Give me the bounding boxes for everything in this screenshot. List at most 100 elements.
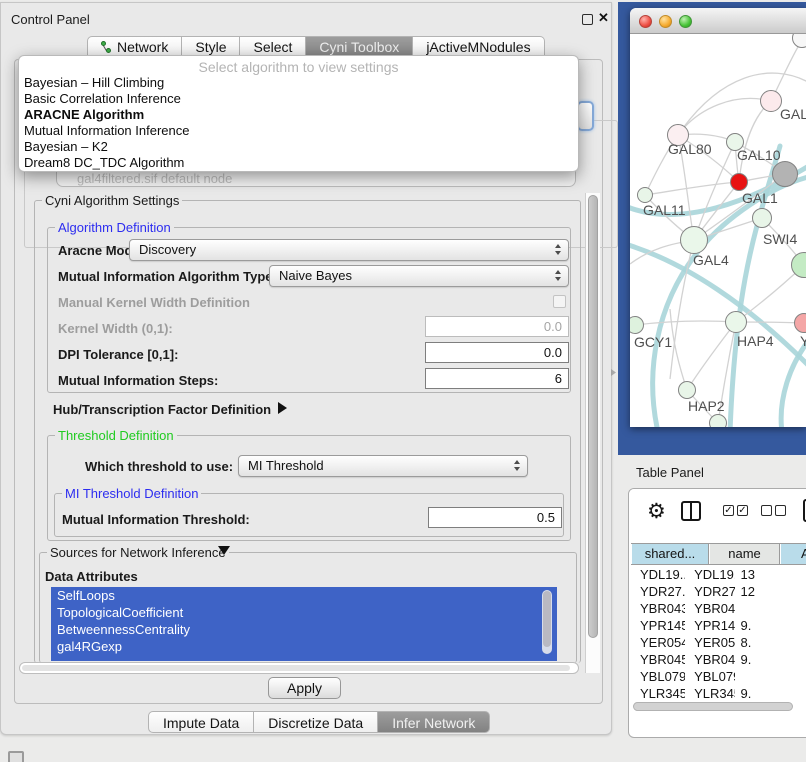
kernel-width-field[interactable]: 0.0 bbox=[425, 316, 569, 337]
algorithm-option[interactable]: Dream8 DC_TDC Algorithm bbox=[19, 155, 578, 171]
table-row[interactable]: YBR043CYBR043C bbox=[631, 600, 806, 617]
hub-definition-label[interactable]: Hub/Transcription Factor Definition bbox=[53, 402, 271, 417]
bottom-tabbar: Impute DataDiscretize DataInfer Network bbox=[148, 711, 490, 733]
network-node[interactable] bbox=[678, 381, 696, 399]
dpi-tolerance-label: DPI Tolerance [0,1]: bbox=[58, 347, 178, 362]
column-header-name[interactable]: name bbox=[709, 544, 780, 564]
network-node-label: HAP2 bbox=[688, 398, 725, 414]
expand-right-icon[interactable] bbox=[278, 402, 287, 414]
network-node-label: GAL10 bbox=[737, 147, 781, 163]
aracne-mode-combo[interactable]: Discovery bbox=[129, 239, 569, 261]
mi-threshold-label: Mutual Information Threshold: bbox=[62, 512, 250, 527]
mi-algorithm-type-combo[interactable]: Naive Bayes bbox=[269, 265, 569, 287]
mi-steps-field[interactable]: 6 bbox=[425, 368, 569, 389]
table-cell: YBR043C bbox=[631, 600, 685, 617]
network-node-label: GAL4 bbox=[693, 252, 729, 268]
float-window-icon[interactable] bbox=[582, 14, 593, 25]
split-columns-icon[interactable] bbox=[681, 501, 701, 521]
attribute-list-item[interactable]: BetweennessCentrality bbox=[51, 621, 557, 638]
dpi-tolerance-field[interactable]: 0.0 bbox=[425, 342, 569, 363]
table-row[interactable]: YPR145WYPR145W9. bbox=[631, 617, 806, 634]
table-panel-title: Table Panel bbox=[636, 465, 704, 480]
table-cell: YDL19... bbox=[631, 566, 685, 583]
which-threshold-combo[interactable]: MI Threshold bbox=[238, 455, 528, 477]
settings-vertical-scrollbar[interactable] bbox=[585, 193, 600, 673]
network-icon bbox=[101, 41, 112, 54]
table-cell: 9. bbox=[735, 651, 806, 668]
apply-button[interactable]: Apply bbox=[268, 677, 341, 699]
unchecked-checkbox-icon[interactable] bbox=[761, 505, 772, 516]
algorithm-option[interactable]: Mutual Information Inference bbox=[19, 123, 578, 139]
table-cell: YBR045C bbox=[631, 651, 685, 668]
zoom-traffic-light[interactable] bbox=[679, 15, 692, 28]
network-node-label: GAL1 bbox=[742, 190, 778, 206]
mi-threshold-title: MI Threshold Definition bbox=[62, 486, 201, 501]
mi-threshold-field[interactable]: 0.5 bbox=[428, 507, 562, 528]
network-node[interactable] bbox=[752, 208, 772, 228]
close-traffic-light[interactable] bbox=[639, 15, 652, 28]
attribute-list-item[interactable]: TopologicalCoefficient bbox=[51, 604, 557, 621]
close-icon[interactable]: ✕ bbox=[598, 10, 609, 26]
tab-infer-network[interactable]: Infer Network bbox=[378, 711, 490, 733]
data-attributes-label: Data Attributes bbox=[45, 569, 138, 584]
manual-kernel-width-checkbox[interactable] bbox=[553, 295, 566, 308]
network-node[interactable] bbox=[730, 173, 748, 191]
table-horizontal-scrollbar[interactable] bbox=[631, 701, 806, 713]
table-row[interactable]: YDR27...YDR27...12 bbox=[631, 583, 806, 600]
mi-algorithm-type-value: Naive Bayes bbox=[279, 268, 352, 283]
network-window-titlebar[interactable] bbox=[630, 8, 806, 34]
unchecked-checkbox-icon[interactable] bbox=[775, 505, 786, 516]
network-node[interactable] bbox=[680, 226, 708, 254]
tab-discretize-data[interactable]: Discretize Data bbox=[254, 711, 378, 733]
threshold-definition-title: Threshold Definition bbox=[55, 428, 177, 443]
table-cell: YDL19... bbox=[685, 566, 734, 583]
network-node[interactable] bbox=[772, 161, 798, 187]
manual-kernel-width-label: Manual Kernel Width Definition bbox=[58, 295, 250, 310]
table-cell: YLR345W bbox=[685, 685, 734, 698]
table-row[interactable]: YER054CYER054C8. bbox=[631, 634, 806, 651]
attribute-list-item[interactable]: gal4RGexp bbox=[51, 638, 557, 655]
table-cell: 13 bbox=[735, 566, 806, 583]
table-cell: YDR27... bbox=[631, 583, 685, 600]
table-row[interactable]: YBL079WYBL079W bbox=[631, 668, 806, 685]
panel-divider-handle[interactable] bbox=[611, 369, 616, 376]
aracne-mode-value: Discovery bbox=[139, 242, 196, 257]
algorithm-option[interactable]: Bayesian – Hill Climbing bbox=[19, 75, 578, 91]
table-cell: 12 bbox=[735, 583, 806, 600]
table-cell: YBL079W bbox=[631, 668, 685, 685]
table-panel-region: Table Panel ⚙ ✓ ✓ shared...nameA YDL19..… bbox=[618, 455, 806, 762]
focused-combo-fragment[interactable] bbox=[577, 101, 594, 131]
minimize-traffic-light[interactable] bbox=[659, 15, 672, 28]
network-node[interactable] bbox=[760, 90, 782, 112]
algorithm-option[interactable]: Bayesian – K2 bbox=[19, 139, 578, 155]
attribute-list-item[interactable]: SelfLoops bbox=[51, 587, 557, 604]
table-cell: YPR145W bbox=[685, 617, 734, 634]
which-threshold-value: MI Threshold bbox=[248, 458, 324, 473]
attributes-list-scrollbar[interactable] bbox=[542, 590, 552, 654]
collapse-down-icon[interactable] bbox=[218, 546, 230, 555]
network-node[interactable] bbox=[709, 414, 727, 427]
algorithm-definition-title: Algorithm Definition bbox=[55, 220, 174, 235]
minimized-panel-icon[interactable] bbox=[8, 751, 24, 762]
algorithm-option[interactable]: Basic Correlation Inference bbox=[19, 91, 578, 107]
algorithm-option[interactable]: ARACNE Algorithm bbox=[19, 107, 578, 123]
checked-checkbox-icon[interactable]: ✓ bbox=[723, 505, 734, 516]
column-header-shared...[interactable]: shared... bbox=[631, 544, 709, 564]
table-row[interactable]: YDL19...YDL19...13 bbox=[631, 566, 806, 583]
network-node[interactable] bbox=[637, 187, 653, 203]
data-attributes-list[interactable]: SelfLoopsTopologicalCoefficientBetweenne… bbox=[51, 587, 557, 661]
checked-checkbox-icon[interactable]: ✓ bbox=[737, 505, 748, 516]
table-row[interactable]: YBR045CYBR045C9. bbox=[631, 651, 806, 668]
tab-impute-data[interactable]: Impute Data bbox=[148, 711, 254, 733]
network-canvas[interactable]: GALGAL80GAL10GAL1GAL11SWI4GAL4GCY1HAP4YH… bbox=[630, 34, 806, 427]
network-node-label: GAL11 bbox=[643, 202, 686, 218]
gear-icon[interactable]: ⚙ bbox=[647, 499, 666, 524]
network-node-label: GAL80 bbox=[668, 141, 712, 157]
network-node[interactable] bbox=[725, 311, 747, 333]
column-header-A[interactable]: A bbox=[780, 544, 806, 564]
table-cell: YBR045C bbox=[685, 651, 734, 668]
settings-horizontal-scrollbar[interactable] bbox=[19, 662, 579, 674]
table-cell: YLR345W bbox=[631, 685, 685, 698]
table-row[interactable]: YLR345WYLR345W9. bbox=[631, 685, 806, 698]
table-header: shared...nameA bbox=[631, 543, 806, 565]
